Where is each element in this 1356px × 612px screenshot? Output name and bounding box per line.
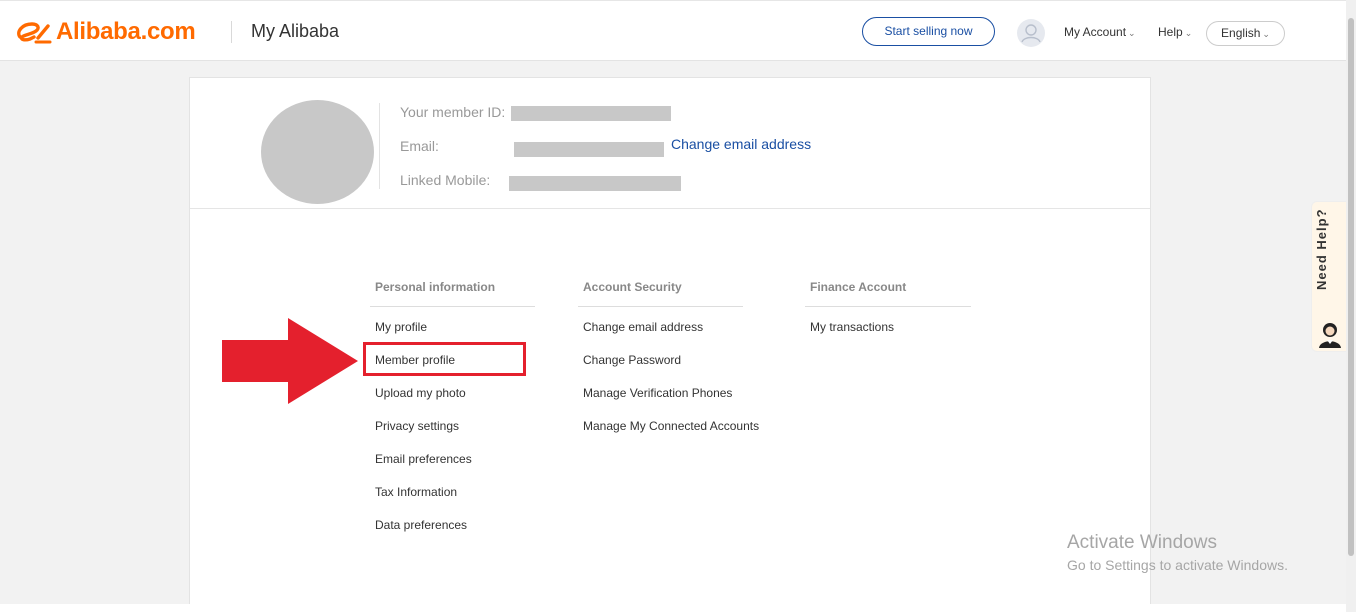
activate-windows-subtitle: Go to Settings to activate Windows. xyxy=(1067,557,1288,573)
profile-photo xyxy=(261,100,374,204)
my-account-menu[interactable]: My Account ⌄ xyxy=(1064,25,1136,39)
menu-link-my-transactions[interactable]: My transactions xyxy=(810,320,894,334)
column-heading: Personal information xyxy=(370,279,535,307)
account-security-column: Account Security Change email address Ch… xyxy=(578,279,759,439)
menu-link-tax-information[interactable]: Tax Information xyxy=(375,485,457,499)
need-help-label: Need Help? xyxy=(1314,208,1329,290)
red-arrow-annotation-icon xyxy=(222,318,358,404)
info-divider xyxy=(379,103,380,189)
finance-account-column: Finance Account My transactions xyxy=(805,279,971,339)
my-account-label: My Account xyxy=(1064,25,1127,39)
section-title[interactable]: My Alibaba xyxy=(251,21,339,42)
brand-name: Alibaba.com xyxy=(56,18,196,45)
member-id-label: Your member ID: xyxy=(400,104,506,120)
menu-link-connected-accounts[interactable]: Manage My Connected Accounts xyxy=(583,419,759,433)
email-redacted xyxy=(514,142,664,157)
email-label: Email: xyxy=(400,138,439,154)
linked-mobile-label: Linked Mobile: xyxy=(400,172,491,188)
menu-link-upload-photo[interactable]: Upload my photo xyxy=(375,386,466,400)
menu-link-change-email[interactable]: Change email address xyxy=(583,320,703,334)
alibaba-logo-icon xyxy=(17,22,52,44)
user-avatar-icon[interactable] xyxy=(1017,19,1045,47)
member-id-redacted xyxy=(511,106,671,121)
help-menu[interactable]: Help ⌄ xyxy=(1158,25,1192,39)
chevron-down-icon: ⌄ xyxy=(1262,29,1270,39)
menu-link-privacy-settings[interactable]: Privacy settings xyxy=(375,419,459,433)
chevron-down-icon: ⌄ xyxy=(1128,28,1136,38)
top-header: Alibaba.com My Alibaba Start selling now… xyxy=(0,0,1346,61)
vertical-scrollbar[interactable] xyxy=(1346,0,1356,612)
bottom-edge xyxy=(0,604,1346,612)
menu-link-email-preferences[interactable]: Email preferences xyxy=(375,452,472,466)
scrollbar-thumb[interactable] xyxy=(1348,18,1354,556)
header-divider xyxy=(231,21,232,43)
mobile-redacted xyxy=(509,176,681,191)
menu-link-change-password[interactable]: Change Password xyxy=(583,353,681,367)
language-label: English xyxy=(1221,26,1261,40)
menu-link-my-profile[interactable]: My profile xyxy=(375,320,427,334)
need-help-tab[interactable]: Need Help? xyxy=(1311,201,1346,352)
language-selector[interactable]: English ⌄ xyxy=(1206,21,1285,46)
column-heading: Account Security xyxy=(578,279,743,307)
menu-link-verification-phones[interactable]: Manage Verification Phones xyxy=(583,386,732,400)
card-divider xyxy=(190,208,1150,209)
personal-information-column: Personal information My profile Member p… xyxy=(370,279,535,539)
column-heading: Finance Account xyxy=(805,279,971,307)
highlight-box-annotation xyxy=(363,342,526,376)
help-label: Help xyxy=(1158,25,1183,39)
menu-link-data-preferences[interactable]: Data preferences xyxy=(375,518,467,532)
activate-windows-title: Activate Windows xyxy=(1067,532,1217,553)
alibaba-logo[interactable]: Alibaba.com xyxy=(14,17,196,47)
start-selling-button[interactable]: Start selling now xyxy=(862,17,995,46)
chevron-down-icon: ⌄ xyxy=(1184,28,1193,38)
change-email-link[interactable]: Change email address xyxy=(671,136,811,152)
support-agent-icon xyxy=(1319,323,1341,348)
